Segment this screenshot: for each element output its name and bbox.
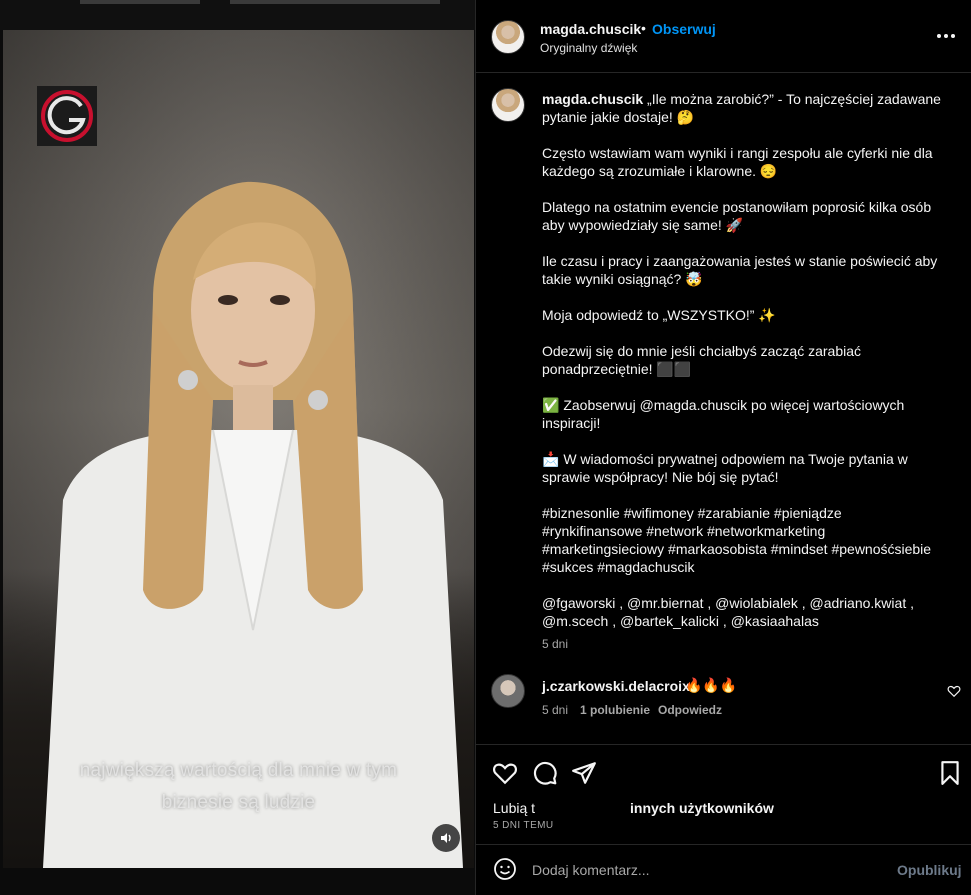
hashtags[interactable]: #biznesonlie #wifimoney #zarabianie #pie… <box>542 504 942 576</box>
publish-button[interactable]: Opublikuj <box>897 862 962 878</box>
caption-username[interactable]: magda.chuscik <box>542 91 643 107</box>
caption-paragraph: ✅ Zaobserwuj @magda.chuscik po więcej wa… <box>542 397 905 431</box>
caption-paragraph: Odezwij się do mnie jeśli chciałbyś zacz… <box>542 343 862 377</box>
comment-username[interactable]: j.czarkowski.delacroix <box>542 678 690 694</box>
strip-segment <box>230 0 440 4</box>
comment-input[interactable] <box>532 859 872 881</box>
bookmark-icon[interactable] <box>937 760 963 786</box>
more-horizontal-icon <box>937 34 955 38</box>
caption-paragraph: Ile czasu i pracy i zaangażowania jesteś… <box>542 253 938 287</box>
avatar[interactable] <box>491 20 525 54</box>
caption-paragraph: Dlatego na ostatnim evencie postanowiłam… <box>542 199 932 233</box>
emoji-icon[interactable] <box>493 857 517 881</box>
header-separator: • <box>641 20 646 36</box>
caption-paragraph: 📩 W wiadomości prywatnej odpowiem na Two… <box>542 451 908 485</box>
reply-button[interactable]: Odpowiedz <box>658 703 722 717</box>
action-bar: Lubią t innych użytkowników 5 DNI TEMU <box>476 744 971 844</box>
avatar[interactable] <box>491 674 525 708</box>
video-caption-line2: biznesie są ludzie <box>161 792 316 813</box>
top-strip <box>0 0 475 30</box>
comment-composer: Opublikuj <box>476 844 971 895</box>
heart-icon[interactable] <box>947 684 961 698</box>
post-date: 5 DNI TEMU <box>493 820 554 831</box>
caption-text: magda.chuscik „Ile można zarobić?” - To … <box>542 90 942 648</box>
video-caption-line1: największą wartością dla mnie w tym <box>79 760 398 781</box>
avatar[interactable] <box>491 88 525 122</box>
audio-label[interactable]: Oryginalny dźwięk <box>540 41 637 55</box>
brand-logo <box>37 86 97 146</box>
sound-toggle-button[interactable] <box>432 824 460 852</box>
follow-button[interactable]: Obserwuj <box>652 21 716 37</box>
strip-segment <box>80 0 200 4</box>
post-header: magda.chuscik • Obserwuj Oryginalny dźwi… <box>476 0 971 73</box>
header-username[interactable]: magda.chuscik <box>540 21 641 37</box>
share-icon[interactable] <box>571 760 597 786</box>
comment-likes[interactable]: 1 polubienie <box>580 703 650 717</box>
more-options-button[interactable] <box>934 26 958 46</box>
post-panel: magda.chuscik • Obserwuj Oryginalny dźwi… <box>475 0 971 895</box>
heart-icon[interactable] <box>492 760 518 786</box>
comment-text: 🔥🔥🔥 <box>685 677 738 693</box>
caption-paragraph: Moja odpowiedź to „WSZYSTKO!” ✨ <box>542 307 776 323</box>
likes-count[interactable]: innych użytkowników <box>630 800 774 816</box>
mentions[interactable]: @fgaworski , @mr.biernat , @wiolabialek … <box>542 594 942 630</box>
caption-paragraph: Często wstawiam wam wyniki i rangi zespo… <box>542 145 933 179</box>
likes-prefix[interactable]: Lubią t <box>493 800 535 816</box>
comment-icon[interactable] <box>532 760 558 786</box>
post-caption: magda.chuscik „Ile można zarobić?” - To … <box>476 74 971 744</box>
post-age: 5 dni <box>542 637 569 651</box>
comment-age: 5 dni <box>542 703 569 717</box>
speaker-icon <box>441 833 451 843</box>
video-player[interactable]: największą wartością dla mnie w tym bizn… <box>3 30 474 868</box>
